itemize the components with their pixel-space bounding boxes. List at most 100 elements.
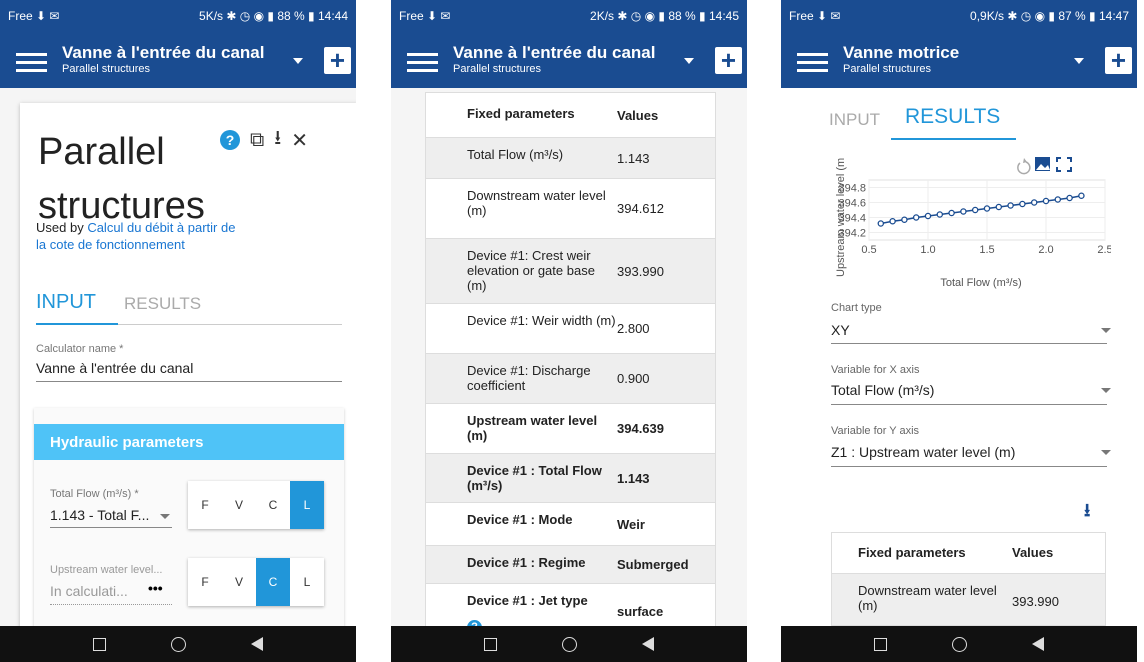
back-icon[interactable] [1032,637,1045,651]
data-point [1078,192,1085,200]
mode-variable-button[interactable]: V [222,558,256,606]
header-cell: Values [617,107,659,123]
mode-fixed-button[interactable]: F [188,558,222,606]
tab-bar: INPUT RESULTS [36,291,342,325]
y-tick-label: 394.8 [838,183,866,195]
status-bar: Free ⬇ ✉ 0,9K/s ✱ ◷ ◉ ▮ 87 % ▮ 14:47 [781,0,1137,32]
reset-zoom-icon[interactable] [1017,158,1031,175]
home-icon[interactable] [951,636,967,652]
help-icon[interactable]: ? [220,130,240,150]
table-cell-label: Device #1 : Jet type [467,593,588,608]
tab-input[interactable]: INPUT [36,291,96,314]
x-tick-label: 0.5 [861,244,876,256]
data-point [960,208,967,215]
phone-screen-1: Free ⬇ ✉ 5K/s ✱ ◷ ◉ ▮ 88 % ▮ 14:44 Vanne… [0,0,356,662]
home-icon[interactable] [561,636,577,652]
system-nav-bar [781,626,1137,662]
y-axis-variable-label: Variable for Y axis [831,425,920,437]
card-tools: ? ⧉ ⭳ ✕ [220,123,308,157]
mode-linked-button[interactable]: L [290,481,324,529]
mode-calculate-button[interactable]: C [256,481,290,529]
table-header: Fixed parameters Values [832,533,1105,573]
app-title: Vanne à l'entrée du canal [62,43,265,62]
back-icon[interactable] [642,637,655,651]
mode-variable-button[interactable]: V [222,481,256,529]
close-icon[interactable]: ✕ [291,128,308,153]
more-icon[interactable]: ••• [148,580,163,596]
app-bar: Vanne à l'entrée du canal Parallel struc… [0,32,356,88]
content-area: INPUT RESULTS Upstream water level (m To… [781,88,1137,626]
mode-fixed-button[interactable]: F [188,481,222,529]
tab-input[interactable]: INPUT [829,110,880,130]
calculator-name-input[interactable]: Vanne à l'entrée du canal [36,360,193,376]
data-point [1007,202,1014,209]
dropdown-caret-icon[interactable] [293,58,303,64]
param-input[interactable]: In calculati... [50,583,128,599]
data-point [971,206,979,214]
add-button[interactable]: + [715,47,742,74]
param-label: Upstream water level... [50,564,163,576]
add-button[interactable]: + [1105,47,1132,74]
y-tick-label: 394.2 [838,228,866,240]
data-point [1019,200,1026,208]
dropdown-caret-icon[interactable] [1074,58,1084,64]
mode-calculate-button[interactable]: C [256,558,290,606]
download-icon[interactable]: ⭳ [1084,498,1090,528]
y-axis-variable-select[interactable]: Z1 : Upstream water level (m) [831,444,1015,460]
chart-type-select[interactable]: XY [831,322,850,338]
fullscreen-icon[interactable] [1056,157,1072,172]
x-tick-label: 2.5 [1097,244,1111,256]
menu-icon[interactable] [407,53,438,72]
table-row: Downstream water level (m) 393.990 [832,573,1105,625]
y-tick-label: 394.6 [838,198,866,210]
table-cell-value: 1.143 [617,150,650,166]
content-area: Fixed parameters Values Total Flow (m³/s… [391,88,747,626]
data-point [948,209,955,217]
tab-results[interactable]: RESULTS [124,294,201,314]
param-mode-toggle[interactable]: F V C L [188,558,324,606]
image-export-icon[interactable] [1035,157,1050,171]
header-cell: Fixed parameters [467,106,575,121]
copy-icon[interactable]: ⧉ [250,129,264,152]
chevron-down-icon[interactable] [1101,388,1111,393]
clock: 14:44 [317,9,348,23]
x-axis-variable-select[interactable]: Total Flow (m³/s) [831,382,934,398]
data-point [1042,197,1050,205]
table-cell-label: Device #1 : Total Flow (m³/s) [467,463,602,493]
dropdown-caret-icon[interactable] [684,58,694,64]
home-icon[interactable] [170,636,186,652]
table-row: Total Flow (m³/s) 1.143 [426,137,715,178]
header-cell: Fixed parameters [858,545,966,560]
content-area: Parallel structures ? ⧉ ⭳ ✕ Used by Calcu… [0,88,356,626]
menu-icon[interactable] [797,53,828,72]
calculator-card: Parallel structures ? ⧉ ⭳ ✕ Used by Calcu… [20,103,356,626]
add-button[interactable]: + [324,47,351,74]
chevron-down-icon[interactable] [1101,450,1111,455]
app-subtitle: Parallel structures [62,63,151,75]
table-row: Downstream water level (m) 394.612 [426,178,715,238]
download-icon[interactable]: ⭳ [274,123,281,157]
table-cell-value: 0.900 [617,371,650,386]
select-underline [831,404,1107,405]
chevron-down-icon[interactable] [160,514,170,519]
table-cell-value: surface [617,604,664,619]
results-table: Fixed parameters Values Total Flow (m³/s… [425,92,716,626]
table-row: Device #1: Crest weir elevation or gate … [426,238,715,303]
param-mode-toggle[interactable]: F V C L [188,481,324,529]
table-cell-label: Device #1: Weir width (m) [467,313,616,328]
system-nav-bar [391,626,747,662]
chevron-down-icon[interactable] [1101,328,1111,333]
recent-apps-icon[interactable] [873,637,887,651]
tab-indicator [36,323,118,325]
recent-apps-icon[interactable] [92,637,106,651]
tab-results[interactable]: RESULTS [905,105,1000,129]
param-select[interactable]: 1.143 - Total F... [50,507,149,523]
mode-linked-button[interactable]: L [290,558,324,606]
recent-apps-icon[interactable] [483,637,497,651]
back-icon[interactable] [251,637,264,651]
menu-icon[interactable] [16,53,47,72]
x-axis-variable-label: Variable for X axis [831,364,920,376]
input-underline [36,381,342,382]
data-point [936,211,944,218]
data-point [877,220,885,227]
